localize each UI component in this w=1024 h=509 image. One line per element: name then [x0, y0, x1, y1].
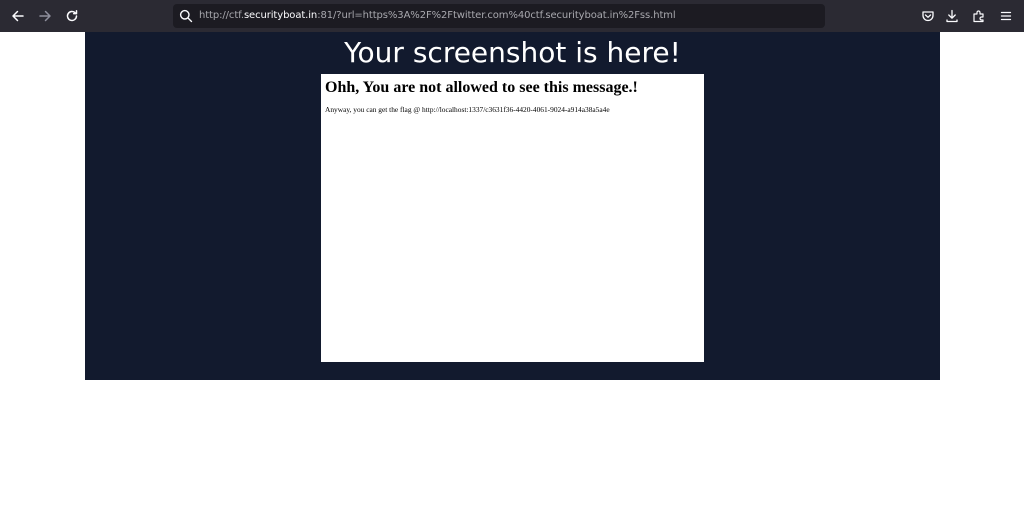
extensions-icon	[973, 10, 984, 23]
search-icon	[179, 9, 193, 23]
pocket-button[interactable]	[916, 4, 940, 28]
url-host: securityboat.in	[243, 10, 318, 21]
extensions-button[interactable]	[967, 4, 991, 28]
reload-button[interactable]	[60, 4, 84, 28]
back-button[interactable]	[6, 4, 30, 28]
download-icon	[946, 9, 958, 23]
screenshot-frame: Ohh, You are not allowed to see this mes…	[321, 74, 704, 362]
arrow-left-icon	[12, 10, 24, 22]
browser-toolbar: http://ctf.securityboat.in:81/?url=https…	[0, 0, 1024, 32]
reload-icon	[66, 10, 78, 22]
url-suffix: :81/?url=https%3A%2F%2Ftwitter.com%40ctf…	[317, 10, 676, 21]
forward-button[interactable]	[33, 4, 57, 28]
downloads-button[interactable]	[940, 4, 964, 28]
page-title: Your screenshot is here!	[344, 36, 681, 69]
arrow-right-icon	[39, 10, 51, 22]
url-text[interactable]: http://ctf.securityboat.in:81/?url=https…	[199, 4, 676, 28]
address-bar[interactable]: http://ctf.securityboat.in:81/?url=https…	[173, 4, 825, 28]
screenshot-heading: Ohh, You are not allowed to see this mes…	[325, 79, 638, 96]
screenshot-body-text: Anyway, you can get the flag @ http://lo…	[325, 105, 610, 114]
page-content: Your screenshot is here! Ohh, You are no…	[85, 32, 940, 380]
url-prefix: http://ctf.	[199, 10, 244, 21]
hamburger-menu-icon	[1000, 11, 1012, 21]
pocket-icon	[922, 11, 934, 22]
menu-button[interactable]	[994, 4, 1018, 28]
